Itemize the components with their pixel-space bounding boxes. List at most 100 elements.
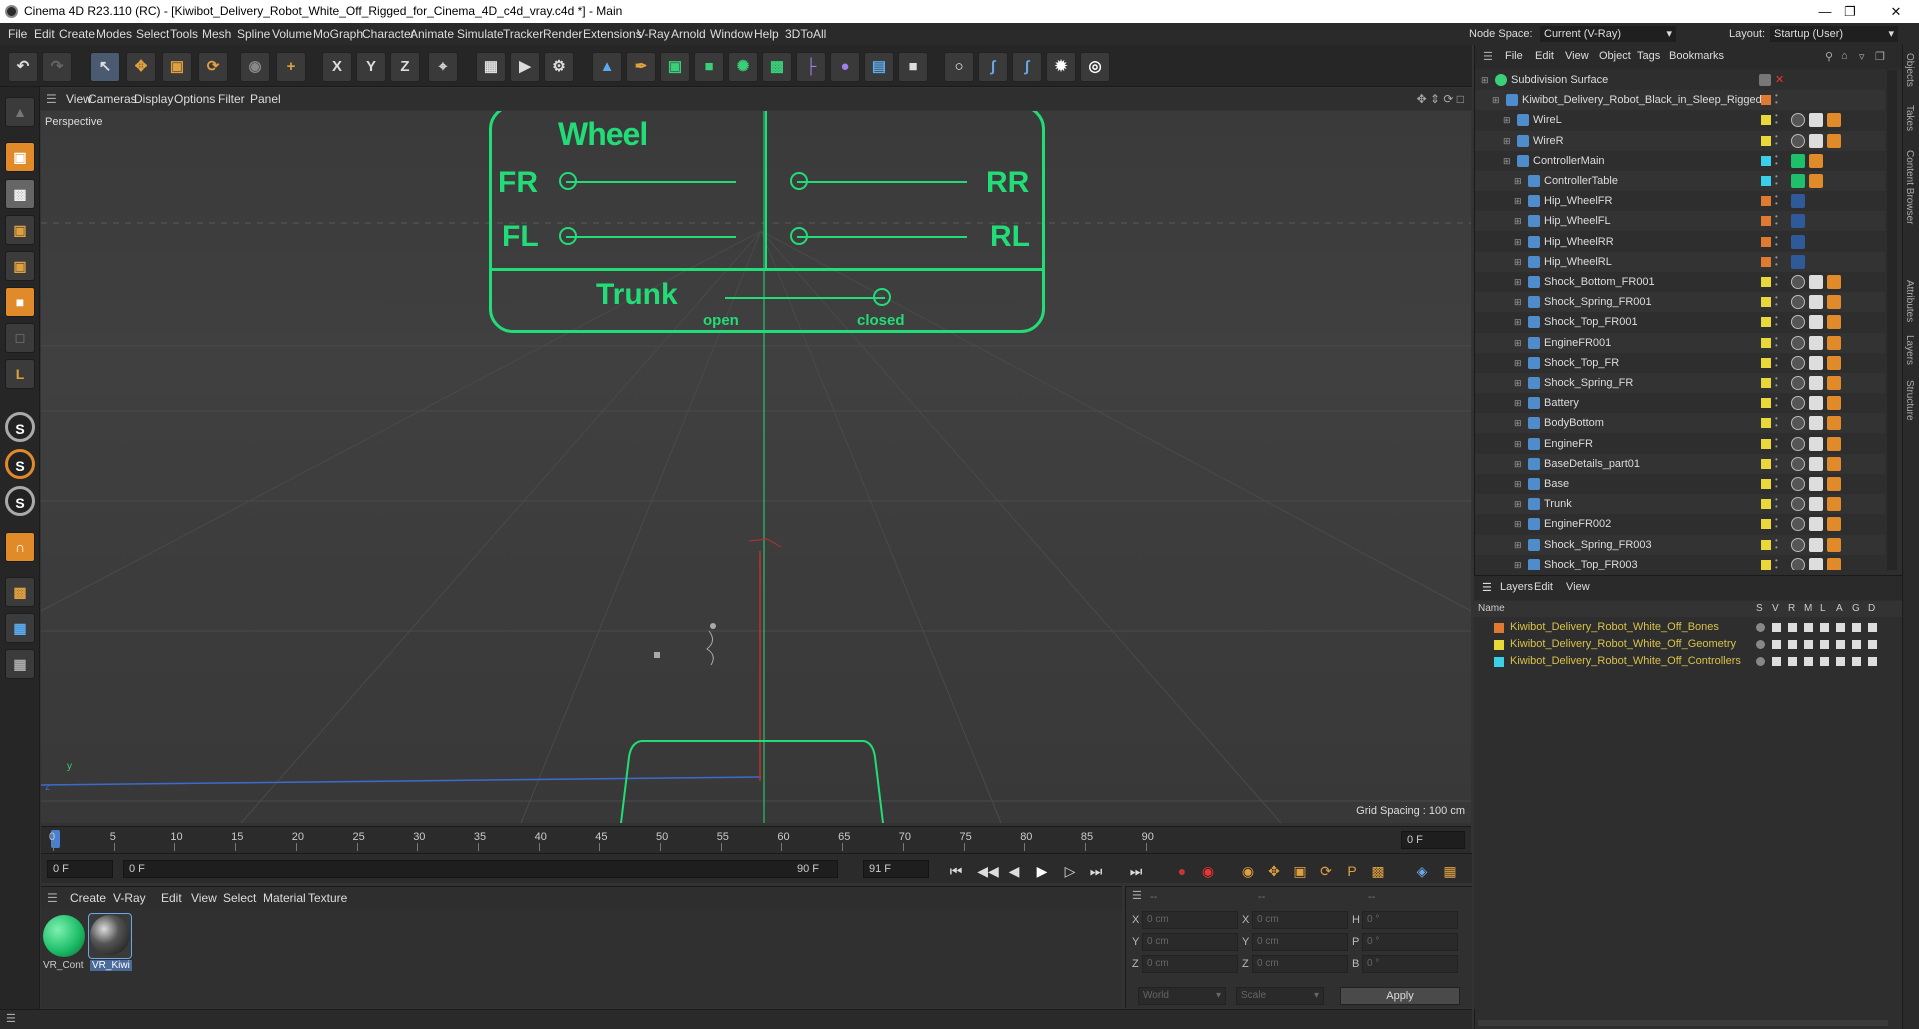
model-mode-icon[interactable]: ▣ (5, 142, 35, 172)
magnet-icon[interactable]: ∩ (5, 532, 35, 562)
layer-manager-icon[interactable] (1804, 640, 1813, 649)
menu-item-file[interactable]: File (8, 23, 27, 45)
object-row[interactable]: ⊞ Base • • (1475, 474, 1885, 494)
apply-button[interactable]: Apply (1340, 987, 1460, 1005)
extrude-icon[interactable]: ■ (694, 52, 724, 82)
object-row[interactable]: ⊞ BaseDetails_part01 • • (1475, 453, 1885, 474)
coord-value-field[interactable]: 0 ° (1362, 933, 1458, 951)
coord-value-field[interactable]: 0 cm (1252, 955, 1348, 973)
selection-tag-icon[interactable] (1827, 517, 1841, 532)
expand-icon[interactable]: ⊞ (1514, 413, 1522, 433)
visibility-dots[interactable]: • • (1775, 213, 1780, 229)
layer-lock-icon[interactable] (1820, 657, 1829, 666)
layer-generator-icon[interactable] (1852, 657, 1861, 666)
layer-color-swatch[interactable] (1761, 236, 1771, 247)
visibility-dots[interactable]: • • (1775, 334, 1780, 351)
object-row[interactable]: ⊞ WireR • • (1475, 130, 1885, 151)
edges-mode-icon[interactable]: ▣ (5, 251, 35, 281)
phong-tag-icon[interactable] (1809, 133, 1823, 148)
axis-mode-icon[interactable]: L (5, 359, 35, 389)
material-menu-v-ray[interactable]: V-Ray (113, 887, 146, 909)
layer-visible-icon[interactable] (1772, 623, 1781, 632)
layer-color-swatch[interactable] (1761, 317, 1771, 328)
visibility-dots[interactable]: • • (1775, 112, 1780, 128)
material-tag-icon[interactable] (1791, 557, 1805, 570)
expand-icon[interactable]: ⊞ (1514, 353, 1522, 373)
prev-key-icon[interactable]: ◀◀ (977, 860, 999, 882)
expand-icon[interactable]: ⊞ (1514, 272, 1522, 292)
visibility-dots[interactable]: • • (1775, 173, 1780, 189)
create-null-icon[interactable]: + (276, 52, 306, 82)
material-menu-create[interactable]: Create (70, 887, 106, 909)
expand-icon[interactable]: ⊞ (1514, 191, 1522, 211)
render-region-icon[interactable]: ▦ (476, 52, 506, 82)
menu-item-v-ray[interactable]: V-Ray (637, 23, 670, 45)
menu-item-window[interactable]: Window (710, 23, 753, 45)
uv-mode-icon[interactable]: □ (5, 323, 35, 353)
object-scrollbar[interactable] (1887, 70, 1897, 570)
move-icon[interactable]: ✥ (126, 52, 156, 82)
viewport-camera-label[interactable]: Perspective (45, 116, 102, 128)
python-icon[interactable]: ∫ (978, 52, 1008, 82)
object-row[interactable]: ⊞ Shock_Spring_FR • • (1475, 373, 1885, 393)
phong-tag-icon[interactable] (1809, 315, 1823, 330)
new-window-icon[interactable]: ❐ (1875, 50, 1885, 63)
material-menu-edit[interactable]: Edit (161, 887, 182, 909)
hamburger-icon[interactable]: ☰ (1482, 581, 1492, 594)
layer-color-swatch[interactable] (1761, 378, 1771, 388)
object-row[interactable]: ⊞ Hip_WheelRL • • (1475, 251, 1885, 272)
object-row[interactable]: ⊞ Shock_Spring_FR001 • • (1475, 292, 1885, 313)
layer-color-swatch[interactable] (1494, 623, 1504, 633)
selection-tag-icon[interactable] (1827, 113, 1841, 128)
menu-item-mesh[interactable]: Mesh (202, 23, 231, 45)
layer-visible-icon[interactable] (1772, 640, 1781, 649)
layer-lock-icon[interactable] (1820, 623, 1829, 632)
viewport-menu-display[interactable]: Display (134, 88, 173, 110)
object-row[interactable]: ⊞ Shock_Top_FR • • (1475, 353, 1885, 373)
material-menu-view[interactable]: View (191, 887, 217, 909)
object-row[interactable]: ⊞ EngineFR002 • • (1475, 514, 1885, 534)
selection-tag-icon[interactable] (1827, 396, 1841, 411)
material-tag-icon[interactable] (1791, 436, 1805, 451)
material-tag-icon[interactable] (1791, 335, 1805, 350)
object-row[interactable]: ⊞ Shock_Top_FR003 • • (1475, 555, 1885, 570)
material-tag-icon[interactable] (1791, 497, 1805, 512)
viewport-menu-options[interactable]: Options (174, 88, 215, 110)
menu-item-simulate[interactable]: Simulate (457, 23, 504, 45)
phong-tag-icon[interactable] (1809, 113, 1823, 128)
maximize-icon[interactable]: ❐ (1827, 0, 1873, 23)
hamburger-icon[interactable]: ☰ (6, 1012, 16, 1025)
visibility-dots[interactable]: • • (1775, 395, 1780, 411)
coord-value-field[interactable]: 0 ° (1362, 911, 1458, 929)
layer-color-swatch[interactable] (1761, 196, 1771, 207)
layer-color-swatch[interactable] (1761, 155, 1771, 166)
material-tag-icon[interactable] (1791, 416, 1805, 431)
viewport-nav-icons[interactable]: ✥ ⇕ ⟳ □ (1417, 88, 1464, 110)
cube-primitive-icon[interactable]: ▲ (592, 52, 622, 82)
visibility-dots[interactable]: • • (1775, 375, 1780, 391)
layer-manager-icon[interactable] (1804, 623, 1813, 632)
visibility-dots[interactable]: • • (1775, 193, 1780, 209)
trunk-slider-handle[interactable] (873, 288, 891, 306)
layer-color-swatch[interactable] (1761, 337, 1771, 348)
menu-item-extensions[interactable]: Extensions (583, 23, 642, 45)
object-row[interactable]: ⊞ EngineFR001 • • (1475, 332, 1885, 353)
material-tag-icon[interactable] (1791, 315, 1805, 330)
expand-icon[interactable]: ⊞ (1514, 454, 1522, 474)
layer-animation-icon[interactable] (1836, 640, 1845, 649)
menu-item-render[interactable]: Render (543, 23, 582, 45)
coord-mode-select[interactable]: World ▾ (1138, 987, 1226, 1005)
visibility-dots[interactable]: • • (1775, 415, 1780, 431)
expand-icon[interactable]: ⊞ (1514, 494, 1522, 514)
y-axis-lock-icon[interactable]: Y (356, 52, 386, 82)
object-row[interactable]: ⊞ Kiwibot_Delivery_Robot_Black_in_Sleep_R… (1475, 90, 1885, 111)
coord-value-field[interactable]: 0 ° (1362, 955, 1458, 973)
material-tag-icon[interactable] (1791, 456, 1805, 471)
layer-visible-icon[interactable] (1772, 657, 1781, 666)
layer-generator-icon[interactable] (1852, 623, 1861, 632)
material-tag-icon[interactable] (1791, 517, 1805, 532)
layer-render-icon[interactable] (1788, 657, 1797, 666)
motion-record-icon[interactable]: ◈ (1411, 860, 1433, 882)
material-menu-material[interactable]: Material (263, 887, 306, 909)
pla-key-icon[interactable]: ▩ (1367, 860, 1389, 882)
